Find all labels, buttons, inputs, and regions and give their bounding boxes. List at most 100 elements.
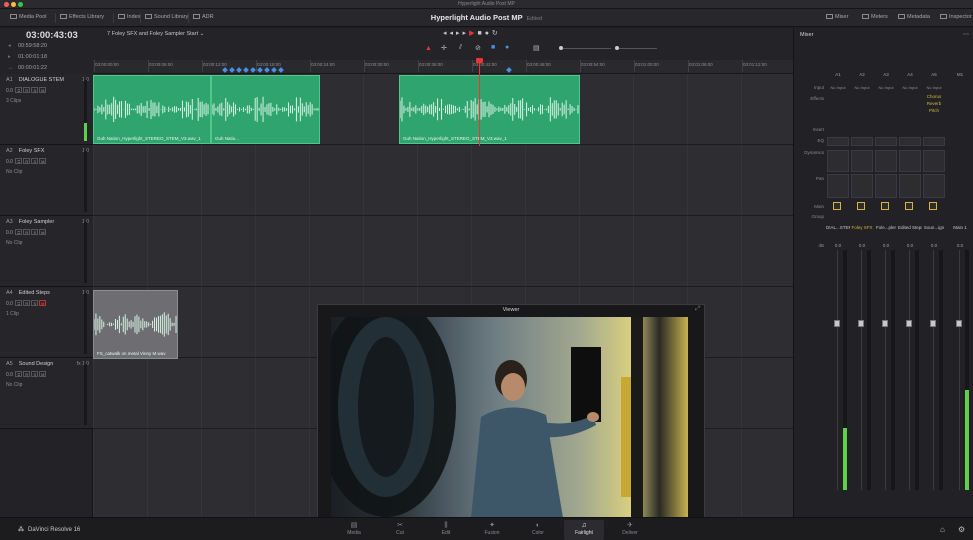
timeline-ruler[interactable]: 03:00:00:00 03:00:06:00 03:00:12:00 03:00:1… (93, 60, 793, 74)
home-icon[interactable]: ⌂ (940, 525, 945, 534)
solo-button[interactable]: S (31, 371, 39, 377)
mixer-fader-knob[interactable] (858, 320, 864, 327)
solo-button[interactable]: S (31, 229, 39, 235)
record-arm-button[interactable]: R (23, 87, 31, 93)
mixer-pan-cell[interactable] (875, 174, 897, 198)
mute-button[interactable]: M (39, 158, 47, 164)
zoom-slider[interactable] (559, 46, 611, 50)
meters-button[interactable]: Meters (862, 14, 888, 20)
lock-icon[interactable]: ⎕ (15, 300, 23, 306)
marker-icon[interactable] (250, 67, 256, 73)
mixer-input-value[interactable]: No Input (875, 85, 897, 90)
mixer-effect-slot[interactable]: Pitch (923, 108, 945, 113)
mixer-eq-cell[interactable] (899, 137, 921, 146)
lock-icon[interactable]: ⎕ (15, 158, 23, 164)
page-tab-color[interactable]: ◐ Color (518, 520, 558, 540)
page-tab-fusion[interactable]: ✦ Fusion (472, 520, 512, 540)
marker-icon[interactable] (506, 67, 512, 73)
page-tab-cut[interactable]: ✂ Cut (380, 520, 420, 540)
mixer-input-value[interactable]: No Input (827, 85, 849, 90)
track-header-a4[interactable]: A4Edited Steps1.00.0 ⎕RSM1 Clip (0, 287, 93, 358)
track-header-a3[interactable]: A3Foley Sampler1.00.0 ⎕RSMNo Clip (0, 216, 93, 287)
audio-clip[interactable]: FS_catwalk on metal Vinny M.wav (93, 290, 178, 359)
mixer-options-icon[interactable]: ⋯ (963, 31, 969, 38)
flag-tool-icon[interactable]: ● (505, 44, 509, 51)
mute-button[interactable]: M (39, 87, 47, 93)
lock-icon[interactable]: ⎕ (15, 229, 23, 235)
fast-forward-button[interactable]: ▸▸ (456, 30, 469, 37)
marker-icon[interactable] (222, 67, 228, 73)
marker-icon[interactable] (271, 67, 277, 73)
track-header-a2[interactable]: A2Foley SFX1.00.0 ⎕RSMNo Clip (0, 145, 93, 216)
mixer-button[interactable]: Mixer (826, 14, 848, 20)
mixer-main-toggle[interactable] (881, 202, 889, 210)
mixer-dynamics-cell[interactable] (899, 150, 921, 172)
mixer-fader-knob[interactable] (906, 320, 912, 327)
inspector-button[interactable]: Inspector (940, 14, 972, 20)
marker-icon[interactable] (243, 67, 249, 73)
marker-icon[interactable] (264, 67, 270, 73)
mixer-fader-knob[interactable] (882, 320, 888, 327)
page-tab-deliver[interactable]: ✈ Deliver (610, 520, 650, 540)
marker-icon[interactable] (278, 67, 284, 73)
link-tool-icon[interactable]: ⊘ (475, 44, 481, 52)
marker-icon[interactable] (257, 67, 263, 73)
mixer-pan-cell[interactable] (851, 174, 873, 198)
mixer-eq-cell[interactable] (923, 137, 945, 146)
range-tool-icon[interactable]: ✛ (441, 44, 447, 52)
settings-icon[interactable]: ⚙ (958, 525, 965, 534)
metadata-button[interactable]: Metadata (898, 14, 930, 20)
record-arm-button[interactable]: R (23, 300, 31, 306)
audio-clip[interactable]: Guh Natio... (211, 75, 320, 144)
main-timecode[interactable]: 03:00:43:03 (26, 30, 78, 41)
solo-button[interactable]: S (31, 87, 39, 93)
mixer-dynamics-cell[interactable] (851, 150, 873, 172)
snap-tool-icon[interactable]: ■ (491, 44, 495, 51)
viewer-expand-icon[interactable]: ⤢ (695, 306, 700, 313)
mixer-eq-cell[interactable] (851, 137, 873, 146)
mute-button[interactable]: M (39, 300, 47, 306)
mixer-pan-cell[interactable] (923, 174, 945, 198)
mixer-fader-knob[interactable] (930, 320, 936, 327)
track-header-a1[interactable]: A1DIALOGUE STEM1.00.0 ⎕RSM3 Clips (0, 74, 93, 145)
height-slider[interactable] (615, 46, 657, 50)
mixer-dynamics-cell[interactable] (827, 150, 849, 172)
record-button[interactable]: ● (485, 30, 492, 37)
page-tab-edit[interactable]: ⫼ Edit (426, 520, 466, 540)
record-arm-button[interactable]: R (23, 229, 31, 235)
record-arm-button[interactable]: R (23, 371, 31, 377)
mixer-pan-cell[interactable] (827, 174, 849, 198)
mixer-main-toggle[interactable] (857, 202, 865, 210)
timeline-selector[interactable]: 7 Foley SFX and Foley Sampler Start ⌄ (107, 31, 204, 37)
mixer-fader-knob[interactable] (956, 320, 962, 327)
page-tab-fairlight[interactable]: ♫ Fairlight (564, 520, 604, 540)
loop-button[interactable]: ↻ (492, 30, 501, 37)
zoom-tool-icon[interactable]: ▤ (533, 44, 540, 52)
record-arm-button[interactable]: R (23, 158, 31, 164)
rewind-button[interactable]: ◂◂ (443, 30, 456, 37)
blade-tool-icon[interactable]: ⫽ (459, 44, 462, 52)
solo-button[interactable]: S (31, 300, 39, 306)
mixer-fader-knob[interactable] (834, 320, 840, 327)
page-tab-media[interactable]: ▤ Media (334, 520, 374, 540)
mixer-input-value[interactable]: No Input (899, 85, 921, 90)
mute-button[interactable]: M (39, 371, 47, 377)
audio-clip[interactable]: Guh Nation_Hyperlight_STEREO_STEM_V3.wav… (93, 75, 211, 144)
track-header-a5[interactable]: A5 Sound Design fx 1.0 0.0 ⎕ R S M No Clip (0, 358, 93, 429)
marker-icon[interactable] (229, 67, 235, 73)
mixer-effect-slot[interactable]: Reverb (923, 101, 945, 106)
lock-icon[interactable]: ⎕ (15, 87, 23, 93)
mixer-eq-cell[interactable] (827, 137, 849, 146)
mixer-pan-cell[interactable] (899, 174, 921, 198)
mixer-main-toggle[interactable] (833, 202, 841, 210)
mixer-main-toggle[interactable] (929, 202, 937, 210)
viewer-video-frame[interactable] (331, 317, 688, 518)
mixer-dynamics-cell[interactable] (923, 150, 945, 172)
mixer-dynamics-cell[interactable] (875, 150, 897, 172)
lock-icon[interactable]: ⎕ (15, 371, 23, 377)
mixer-input-value[interactable]: No Input (923, 85, 945, 90)
playhead[interactable] (479, 60, 480, 146)
mixer-input-value[interactable]: No Input (851, 85, 873, 90)
stop-button[interactable]: ■ (477, 30, 484, 37)
mixer-main-toggle[interactable] (905, 202, 913, 210)
